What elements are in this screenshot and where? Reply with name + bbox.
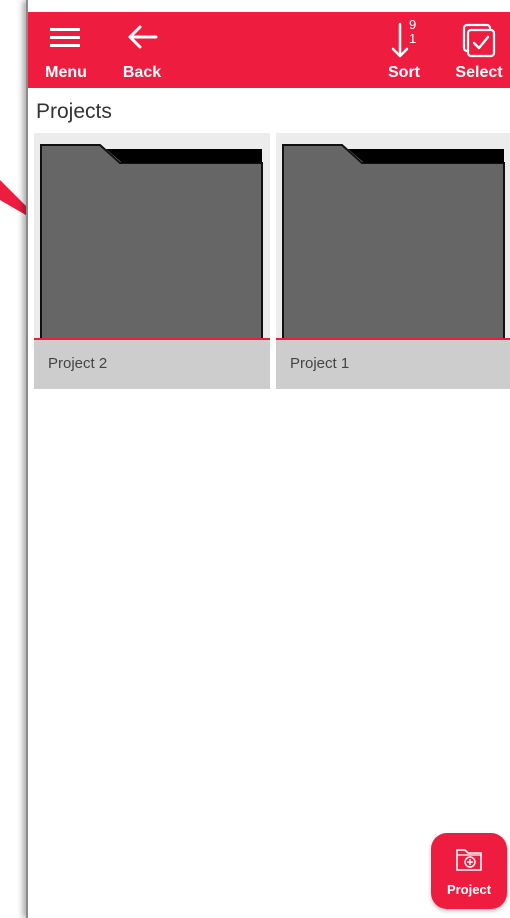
project-name: Project 1 xyxy=(290,355,350,372)
sort-order-digits: 9 1 xyxy=(409,18,416,46)
card-label-bar: Project 2 xyxy=(34,340,270,389)
fab-label: Project xyxy=(446,882,492,897)
folder-icon xyxy=(34,133,270,339)
sort-arrow-icon xyxy=(391,22,409,58)
folder-icon xyxy=(276,133,510,339)
back-label: Back xyxy=(122,64,162,81)
menu-button[interactable]: Menu xyxy=(40,12,92,88)
card-label-bar: Project 1 xyxy=(276,340,510,389)
checkbox-stack-icon xyxy=(462,23,496,58)
project-card[interactable]: Project 2 xyxy=(34,133,270,389)
select-button[interactable]: Select xyxy=(450,12,508,88)
select-label: Select xyxy=(455,64,503,81)
sort-bottom-digit: 1 xyxy=(409,31,417,46)
project-card[interactable]: Project 1 xyxy=(276,133,510,389)
app-screen: Menu Back 9 1 Sort Select Projects Proje… xyxy=(26,0,510,918)
hamburger-icon xyxy=(50,28,80,47)
project-name: Project 2 xyxy=(48,355,108,372)
page-title: Projects xyxy=(36,100,112,123)
menu-label: Menu xyxy=(45,64,87,81)
top-toolbar: Menu Back 9 1 Sort Select xyxy=(28,12,510,88)
arrow-left-icon xyxy=(128,25,158,49)
sort-label: Sort xyxy=(388,64,420,81)
sort-top-digit: 9 xyxy=(409,17,417,32)
back-button[interactable]: Back xyxy=(116,12,168,88)
sort-button[interactable]: 9 1 Sort xyxy=(378,12,430,88)
add-project-button[interactable]: Project xyxy=(431,833,507,909)
add-folder-icon xyxy=(456,849,482,871)
